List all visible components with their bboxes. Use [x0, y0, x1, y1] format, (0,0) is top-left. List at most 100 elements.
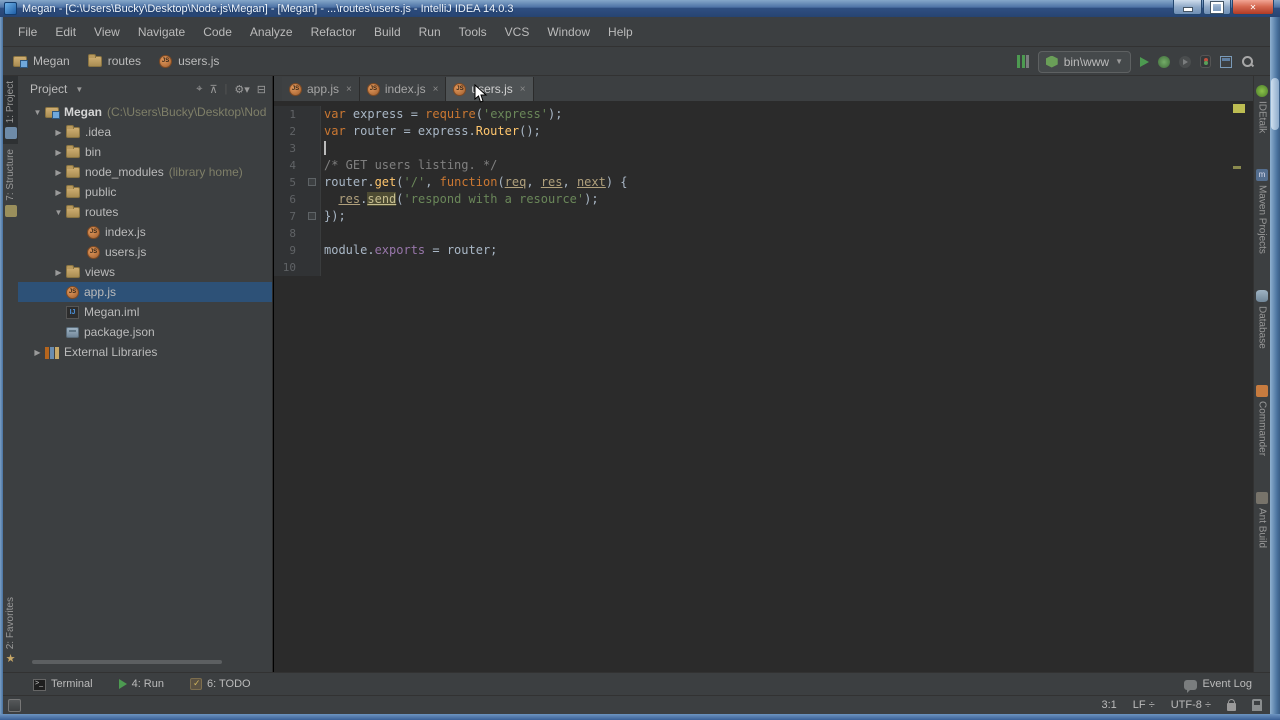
tool-stripe-commander[interactable]: Commander	[1254, 380, 1270, 461]
code-line[interactable]: 2 var router = express.Router();	[274, 123, 1254, 140]
hide-panel-icon[interactable]: ⊟	[257, 83, 266, 96]
menu-code[interactable]: Code	[194, 22, 241, 42]
search-everywhere-icon[interactable]	[1241, 55, 1254, 68]
code-line[interactable]: 9 module.exports = router;	[274, 242, 1254, 259]
scroll-from-source-icon[interactable]: ⌖	[196, 83, 202, 96]
restore-layout-icon[interactable]	[1220, 55, 1232, 68]
tool-button-event-log[interactable]: Event Log	[1184, 678, 1252, 693]
tool-stripe-ant-build[interactable]: Ant Build	[1254, 487, 1270, 553]
tool-stripe-idetalk[interactable]: IDEtalk	[1254, 80, 1270, 138]
close-tab-icon[interactable]: ×	[520, 84, 526, 95]
status-item[interactable]: LF ÷	[1133, 699, 1155, 711]
tree-item-views[interactable]: ▶ views	[18, 262, 272, 282]
menu-window[interactable]: Window	[538, 22, 599, 42]
tree-item-routes[interactable]: ▼ routes	[18, 202, 272, 222]
status-item[interactable]: UTF-8 ÷	[1171, 699, 1211, 711]
collapse-all-icon[interactable]: ⊼	[209, 83, 217, 96]
tree-item-megan[interactable]: ▼ Megan (C:\Users\Bucky\Desktop\Nod	[18, 102, 272, 122]
tool-stripe-7-structure[interactable]: 7: Structure	[3, 144, 18, 222]
tool-stripe-1-project[interactable]: 1: Project	[3, 76, 18, 145]
menu-vcs[interactable]: VCS	[496, 22, 539, 42]
menu-navigate[interactable]: Navigate	[129, 22, 194, 42]
expand-arrow-icon[interactable]: ▶	[51, 128, 66, 137]
tree-item-app-js[interactable]: app.js	[18, 282, 272, 302]
js-icon	[453, 82, 467, 96]
coverage-button[interactable]	[1179, 55, 1191, 68]
tab-index-js[interactable]: index.js ×	[359, 77, 447, 101]
tool-button-terminal[interactable]: Terminal	[33, 678, 93, 691]
expand-arrow-icon[interactable]: ▶	[51, 188, 66, 197]
tool-stripe-label: Database	[1256, 306, 1268, 349]
menu-refactor[interactable]: Refactor	[302, 22, 365, 42]
tree-item-node-modules[interactable]: ▶ node_modules (library home)	[18, 162, 272, 182]
fold-marker-icon[interactable]	[308, 178, 316, 186]
tree-item-label: bin	[85, 145, 102, 159]
fold-marker-icon[interactable]	[308, 212, 316, 220]
code-segment: res	[540, 175, 563, 189]
menu-analyze[interactable]: Analyze	[241, 22, 302, 42]
code-area[interactable]: 1 var express = require('express'); 2 var r…	[274, 102, 1254, 276]
minimize-button[interactable]	[1173, 0, 1202, 15]
close-tab-icon[interactable]: ×	[346, 84, 352, 95]
gear-icon[interactable]: ⚙▾	[234, 83, 249, 96]
code-line[interactable]: 4 /* GET users listing. */	[274, 157, 1254, 174]
run-config-select[interactable]: bin\www ▼	[1037, 50, 1131, 73]
tab-app-js[interactable]: app.js ×	[282, 77, 360, 101]
code-line[interactable]: 10	[274, 259, 1254, 276]
project-panel-hscrollbar[interactable]	[32, 660, 222, 664]
code-line[interactable]: 7});	[274, 208, 1254, 225]
debug-button[interactable]	[1158, 55, 1170, 68]
code-line[interactable]: 8	[274, 225, 1254, 242]
menu-file[interactable]: File	[9, 22, 46, 42]
changes-icon[interactable]	[1200, 55, 1211, 68]
menu-view[interactable]: View	[85, 22, 129, 42]
collapse-arrow-icon[interactable]: ▼	[51, 208, 66, 217]
breadcrumb-item[interactable]: Megan	[13, 54, 70, 68]
breadcrumb-item[interactable]: routes	[87, 54, 141, 68]
code-line[interactable]: 3	[274, 140, 1254, 157]
project-tree: ▼ Megan (C:\Users\Bucky\Desktop\Nod ▶ .idea ▶…	[18, 102, 272, 362]
expand-arrow-icon[interactable]: ▶	[51, 268, 66, 277]
tree-item-bin[interactable]: ▶ bin	[18, 142, 272, 162]
tree-item-index-js[interactable]: index.js	[18, 222, 272, 242]
code-line[interactable]: 5 router.get('/', function(req, res, next…	[274, 174, 1254, 191]
project-panel-title[interactable]: Project	[30, 82, 67, 96]
tab-users-js[interactable]: users.js×	[446, 77, 534, 101]
tool-stripe-2-favorites[interactable]: 2: Favorites ★	[3, 592, 18, 670]
tool-stripe-maven-projects[interactable]: m Maven Projects	[1254, 164, 1270, 259]
run-button[interactable]	[1140, 56, 1149, 67]
tree-item-megan-iml[interactable]: Megan.iml	[18, 302, 272, 322]
chevron-down-icon[interactable]: ▼	[75, 85, 83, 94]
close-button[interactable]: ✕	[1232, 0, 1274, 15]
expand-arrow-icon[interactable]: ▶	[30, 348, 45, 357]
window-frame-scroll-thumb	[1271, 78, 1279, 130]
tool-button-6-todo[interactable]: 6: TODO	[190, 678, 251, 690]
hector-inspector-icon[interactable]	[1252, 699, 1262, 711]
read-only-icon[interactable]	[1227, 699, 1236, 711]
menu-help[interactable]: Help	[599, 22, 642, 42]
compile-icon[interactable]	[1016, 55, 1029, 68]
expand-arrow-icon[interactable]: ▶	[51, 168, 66, 177]
tree-item-public[interactable]: ▶ public	[18, 182, 272, 202]
tree-item-users-js[interactable]: users.js	[18, 242, 272, 262]
error-stripe-mark	[1233, 104, 1245, 113]
tool-button-4-run[interactable]: 4: Run	[118, 678, 164, 690]
tree-item-external-libraries[interactable]: ▶ External Libraries	[18, 342, 272, 362]
breadcrumb-item[interactable]: users.js	[159, 54, 219, 68]
code-line[interactable]: 1 var express = require('express');	[274, 106, 1254, 123]
close-tab-icon[interactable]: ×	[433, 84, 439, 95]
tool-window-toggle-icon[interactable]	[8, 698, 21, 712]
tree-item--idea[interactable]: ▶ .idea	[18, 122, 272, 142]
expand-arrow-icon[interactable]: ▶	[51, 148, 66, 157]
maximize-button[interactable]	[1203, 0, 1231, 15]
code-line[interactable]: 6 res.send('respond with a resource');	[274, 191, 1254, 208]
tree-item-package-json[interactable]: package.json	[18, 322, 272, 342]
collapse-arrow-icon[interactable]: ▼	[30, 108, 45, 117]
status-item[interactable]: 3:1	[1102, 699, 1117, 711]
editor[interactable]: app.js×index.js×users.js× 1var express =…	[274, 76, 1254, 672]
menu-run[interactable]: Run	[410, 22, 450, 42]
menu-edit[interactable]: Edit	[46, 22, 85, 42]
tool-stripe-database[interactable]: Database	[1254, 285, 1270, 354]
menu-build[interactable]: Build	[365, 22, 410, 42]
menu-tools[interactable]: Tools	[450, 22, 496, 42]
